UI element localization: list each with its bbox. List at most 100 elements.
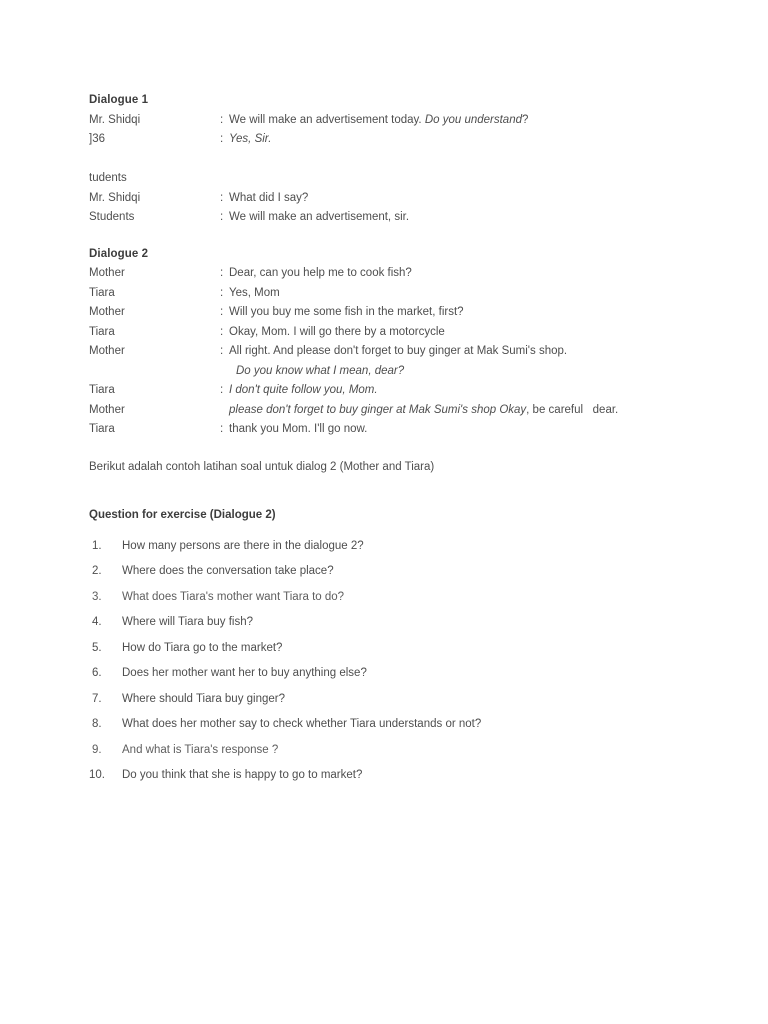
speaker-label: Mr. Shidqi — [89, 113, 141, 126]
dialogue-text-italic: I don't quite follow you, Mom. — [229, 384, 378, 396]
speaker-label: Tiara — [89, 325, 115, 338]
speaker-label: Tiara — [89, 286, 115, 299]
question-item: 4. Where will Tiara buy fish? — [89, 610, 689, 636]
question-item: 6. Does her mother want her to buy anyth… — [89, 661, 689, 687]
dialogue-text: I don't quite follow you, Mom. — [229, 381, 689, 401]
dialogue-text: Yes, Sir. — [229, 130, 689, 150]
speaker-label: Mother — [89, 267, 125, 279]
speaker-label: tudents — [89, 172, 127, 184]
speaker-colon: : — [220, 306, 224, 318]
question-item: 7. Where should Tiara buy ginger? — [89, 687, 689, 713]
dialogue-text-plain: What did I say? — [229, 191, 309, 204]
question-item: 1. How many persons are there in the dia… — [89, 534, 689, 560]
dialogue-text-italic: please don't forget to buy ginger at Mak… — [229, 403, 527, 416]
dialogue-continuation-line: Do you know what I mean, dear? — [89, 362, 689, 382]
speaker-label: Mother — [89, 345, 125, 357]
speaker-label: Mother — [89, 306, 125, 318]
question-text: How do Tiara go to the market? — [122, 641, 283, 654]
dialogue-2-lines: Mother : Dear, can you help me to cook f… — [89, 264, 689, 440]
dialogue-text-tail: , be careful dear. — [526, 403, 619, 416]
dialogue-line: Mother : Dear, can you help me to cook f… — [89, 264, 689, 284]
question-number: 4. — [92, 616, 102, 628]
speaker-colon: : — [220, 113, 224, 126]
question-item: 5. How do Tiara go to the market? — [89, 636, 689, 662]
speaker-colon: : — [220, 325, 224, 338]
questions-heading: Question for exercise (Dialogue 2) — [89, 509, 276, 521]
dialogue-line: Mother : All right. And please don't for… — [89, 342, 689, 362]
question-text: How many persons are there in the dialog… — [122, 539, 364, 552]
speaker-label: Mr. Shidqi — [89, 191, 141, 204]
speaker-label: ]36 — [89, 133, 105, 145]
question-number: 7. — [92, 692, 102, 705]
question-number: 3. — [92, 590, 102, 603]
dialogue-line: Students : We will make an advertisement… — [89, 208, 689, 228]
question-number: 6. — [92, 667, 102, 679]
speaker-label: Students — [89, 211, 135, 223]
dialogue-text: Okay, Mom. I will go there by a motorcyc… — [229, 325, 445, 338]
dialogue-text: Yes, Mom — [229, 286, 280, 299]
dialogue-continuation-italic: Do you know what I mean, dear? — [236, 364, 405, 377]
speaker-colon: : — [220, 345, 224, 357]
document-body: Dialogue 1 Mr. Shidqi : We will make an … — [89, 91, 689, 789]
dialogue-line: Tiara : I don't quite follow you, Mom. — [89, 381, 689, 401]
dialogue-text: Will you buy me some fish in the market,… — [229, 306, 464, 318]
dialogue-text: please don't forget to buy ginger at Mak… — [229, 401, 689, 421]
dialogue-line-orphan: tudents — [89, 169, 689, 189]
dialogue-line: Mr. Shidqi : We will make an advertiseme… — [89, 111, 689, 131]
question-item: 8. What does her mother say to check whe… — [89, 712, 689, 738]
dialogue-text-italic: Do you understand — [424, 113, 522, 126]
question-item: 2. Where does the conversation take plac… — [89, 559, 689, 585]
dialogue-line: Mother please don't forget to buy ginger… — [89, 401, 689, 421]
dialogue-text: We will make an advertisement, sir. — [229, 208, 689, 228]
dialogue-1-heading: Dialogue 1 — [89, 94, 149, 106]
question-item: 9. And what is Tiara's response ? — [89, 738, 689, 764]
dialogue-text-italic: Yes, Sir. — [229, 133, 272, 145]
question-text: Does her mother want her to buy anything… — [122, 667, 367, 679]
document-page: Dialogue 1 Mr. Shidqi : We will make an … — [0, 0, 768, 1024]
dialogue-text-plain: We will make an advertisement today. — [229, 113, 425, 126]
speaker-colon: : — [220, 384, 224, 396]
dialogue-2-heading: Dialogue 2 — [89, 247, 149, 260]
dialogue-line: Tiara : thank you Mom. I'll go now. — [89, 420, 689, 440]
dialogue-text: Dear, can you help me to cook fish? — [229, 267, 412, 279]
dialogue-text: What did I say? — [229, 189, 689, 209]
speaker-colon: : — [220, 211, 224, 223]
speaker-label: Tiara — [89, 384, 115, 396]
dialogue-line: Mother : Will you buy me some fish in th… — [89, 303, 689, 323]
dialogue-line: Tiara : Okay, Mom. I will go there by a … — [89, 323, 689, 343]
dialogue-line: Tiara : Yes, Mom — [89, 284, 689, 304]
question-text: What does Tiara's mother want Tiara to d… — [122, 590, 345, 603]
dialogue-line: ]36 : Yes, Sir. — [89, 130, 689, 150]
questions-list: 1. How many persons are there in the dia… — [89, 534, 689, 789]
question-item: 10. Do you think that she is happy to go… — [89, 763, 689, 789]
question-text: What does her mother say to check whethe… — [122, 718, 482, 730]
dialogue-text: We will make an advertisement today. Do … — [229, 111, 689, 131]
speaker-colon: : — [220, 191, 224, 204]
indonesian-note: Berikut adalah contoh latihan soal untuk… — [89, 460, 435, 473]
question-item: 3. What does Tiara's mother want Tiara t… — [89, 585, 689, 611]
question-text: Where does the conversation take place? — [122, 565, 334, 577]
speaker-colon: : — [220, 423, 224, 435]
question-number: 1. — [92, 539, 102, 552]
speaker-colon: : — [220, 286, 224, 299]
question-text: Do you think that she is happy to go to … — [122, 769, 363, 781]
dialogue-text: All right. And please don't forget to bu… — [229, 345, 568, 357]
question-number: 8. — [92, 718, 102, 730]
speaker-colon: : — [220, 133, 224, 145]
question-text: Where will Tiara buy fish? — [122, 616, 254, 628]
question-number: 9. — [92, 743, 102, 756]
question-text: Where should Tiara buy ginger? — [122, 692, 286, 705]
dialogue-line: Mr. Shidqi : What did I say? — [89, 189, 689, 209]
speaker-label: Tiara — [89, 423, 115, 435]
question-number: 2. — [92, 565, 102, 577]
speaker-label: Mother — [89, 403, 125, 416]
dialogue-text-tail: ? — [522, 113, 529, 126]
speaker-colon: : — [220, 267, 224, 279]
question-text: And what is Tiara's response ? — [122, 743, 279, 756]
dialogue-text-plain: We will make an advertisement, sir. — [229, 211, 410, 223]
dialogue-text: thank you Mom. I'll go now. — [229, 423, 368, 435]
question-number: 5. — [92, 641, 102, 654]
question-number: 10. — [89, 769, 105, 781]
dialogue-1-lines: Mr. Shidqi : We will make an advertiseme… — [89, 111, 689, 228]
